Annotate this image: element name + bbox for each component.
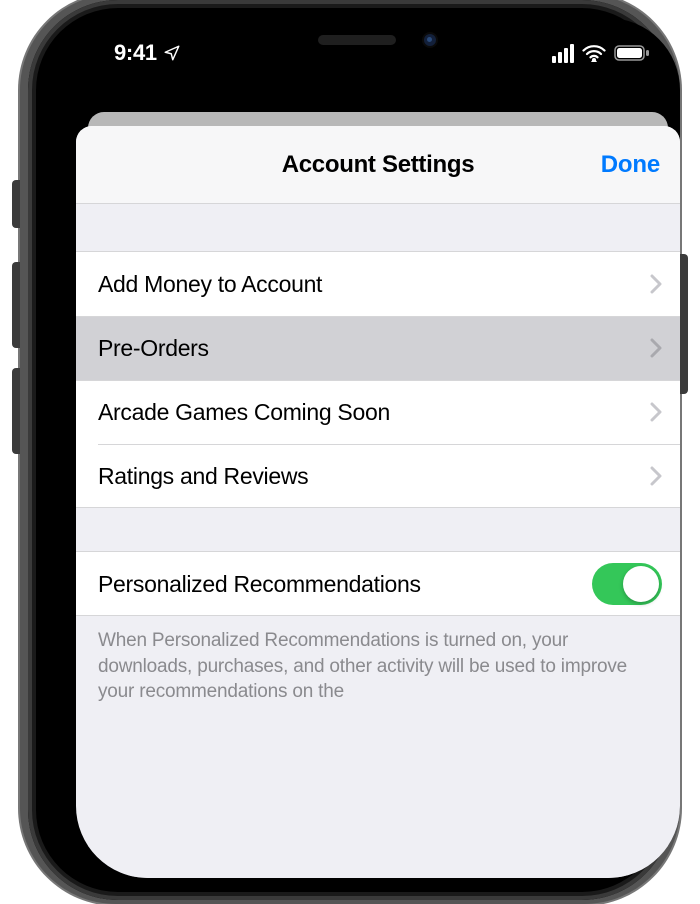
recommendations-footer-text: When Personalized Recommendations is tur… xyxy=(76,616,680,705)
row-label: Personalized Recommendations xyxy=(98,571,421,598)
chevron-right-icon xyxy=(650,402,662,422)
recommendations-section: Personalized Recommendations xyxy=(76,552,680,616)
ratings-reviews-row[interactable]: Ratings and Reviews xyxy=(76,444,680,508)
page-title: Account Settings xyxy=(282,151,475,179)
cellular-signal-icon xyxy=(552,44,574,63)
pre-orders-row[interactable]: Pre-Orders xyxy=(76,316,680,380)
phone-screen: 9:41 Account Settings xyxy=(76,18,680,878)
wifi-icon xyxy=(582,44,606,62)
row-label: Add Money to Account xyxy=(98,271,322,298)
battery-icon xyxy=(614,44,650,62)
personalized-recommendations-row: Personalized Recommendations xyxy=(76,552,680,616)
status-time: 9:41 xyxy=(114,40,157,66)
front-camera xyxy=(422,32,438,48)
section-spacer xyxy=(76,508,680,552)
row-label: Ratings and Reviews xyxy=(98,463,308,490)
chevron-right-icon xyxy=(650,338,662,358)
settings-content: Add Money to Account Pre-Orders Arcade G… xyxy=(76,204,680,705)
arcade-games-row[interactable]: Arcade Games Coming Soon xyxy=(76,380,680,444)
location-icon xyxy=(163,44,181,62)
row-label: Pre-Orders xyxy=(98,335,209,362)
done-button[interactable]: Done xyxy=(601,151,660,179)
section-spacer xyxy=(76,204,680,252)
add-money-row[interactable]: Add Money to Account xyxy=(76,252,680,316)
nav-header: Account Settings Done xyxy=(76,126,680,204)
speaker-grille xyxy=(318,35,396,45)
chevron-right-icon xyxy=(650,274,662,294)
row-label: Arcade Games Coming Soon xyxy=(98,399,390,426)
volume-up-button xyxy=(12,262,20,348)
recommendations-toggle[interactable] xyxy=(592,563,662,605)
chevron-right-icon xyxy=(650,466,662,486)
phone-frame: 9:41 Account Settings xyxy=(28,0,672,900)
power-button xyxy=(680,254,688,394)
mute-switch xyxy=(12,180,20,228)
account-list-section: Add Money to Account Pre-Orders Arcade G… xyxy=(76,252,680,508)
modal-sheet: Account Settings Done Add Money to Accou… xyxy=(76,126,680,878)
notch xyxy=(238,18,518,62)
volume-down-button xyxy=(12,368,20,454)
